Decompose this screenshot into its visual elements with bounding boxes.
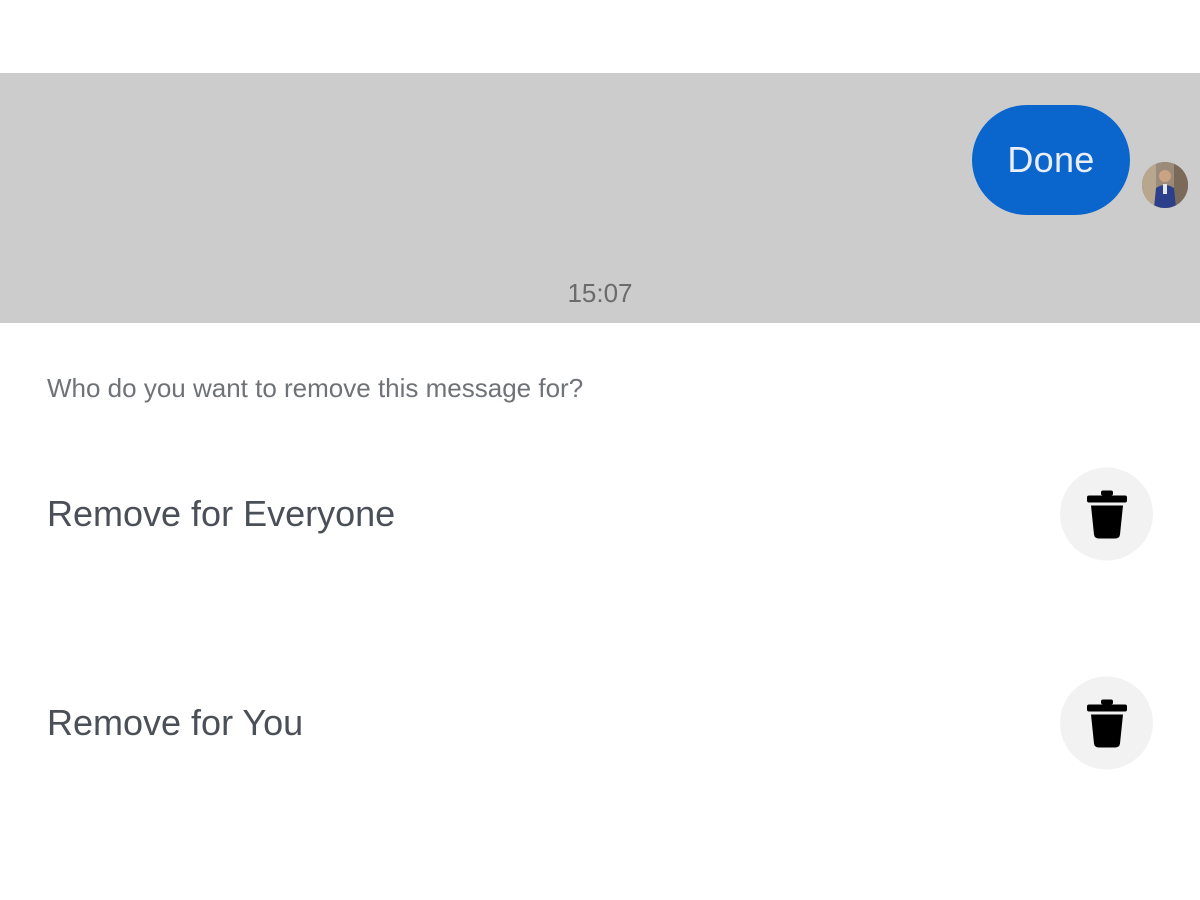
remove-for-everyone-button[interactable] (1060, 467, 1153, 561)
message-text: Done (1007, 139, 1095, 180)
message-bubble[interactable]: Done (972, 105, 1130, 215)
message-timestamp: 15:07 (567, 278, 633, 308)
user-avatar[interactable] (1142, 162, 1188, 208)
trash-icon (1086, 490, 1127, 538)
remove-options-sheet: Who do you want to remove this message f… (0, 323, 1200, 900)
avatar-photo-icon (1142, 162, 1188, 208)
remove-message-screen: Done 15:07 Who do you want to remove thi… (0, 0, 1200, 900)
remove-for-everyone-option[interactable]: Remove for Everyone (0, 464, 1200, 564)
remove-prompt: Who do you want to remove this message f… (47, 373, 584, 403)
remove-for-you-option[interactable]: Remove for You (0, 673, 1200, 773)
option-label: Remove for Everyone (47, 493, 396, 534)
top-spacer (0, 0, 1200, 73)
trash-icon (1086, 699, 1127, 747)
remove-for-you-button[interactable] (1060, 676, 1153, 770)
selected-message-area: Done 15:07 (0, 73, 1200, 323)
option-label: Remove for You (47, 702, 304, 743)
